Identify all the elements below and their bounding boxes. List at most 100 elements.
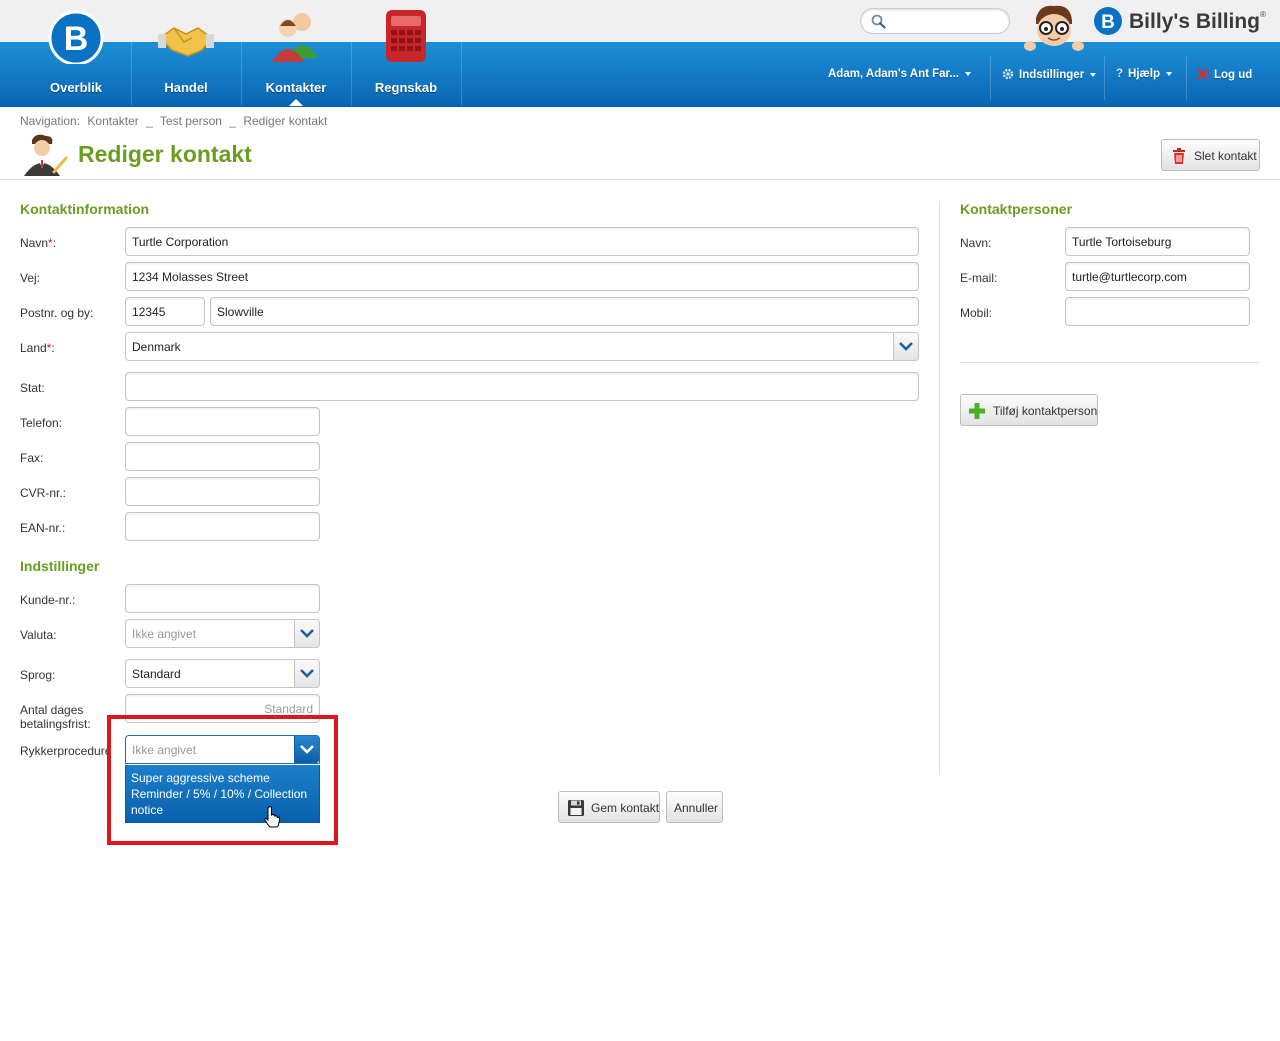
cvr-input[interactable] bbox=[125, 477, 320, 506]
overview-b-icon: B bbox=[48, 10, 104, 64]
trash-icon bbox=[1173, 148, 1185, 164]
payment-days-label: Antal dages betalingsfrist: bbox=[20, 703, 91, 731]
chevron-down-icon bbox=[300, 629, 314, 638]
nav-tab-label: Regnskab bbox=[374, 80, 438, 95]
search-box[interactable] bbox=[860, 8, 1010, 34]
nav-divider bbox=[461, 42, 462, 106]
person-name-label: Navn: bbox=[960, 236, 992, 250]
language-select[interactable]: Standard bbox=[125, 659, 320, 688]
chevron-down-icon bbox=[899, 342, 913, 351]
cancel-label: Annuller bbox=[674, 801, 719, 815]
save-contact-button[interactable]: Gem kontakt bbox=[558, 791, 660, 823]
select-arrow-button[interactable] bbox=[294, 620, 319, 647]
street-input[interactable] bbox=[125, 262, 919, 291]
fax-label: Fax: bbox=[20, 451, 44, 465]
calculator-icon bbox=[386, 10, 426, 62]
brand-registered-mark: ® bbox=[1260, 10, 1266, 19]
chevron-down-icon bbox=[300, 669, 314, 678]
nav-tab-overblik[interactable]: B Overblik bbox=[21, 0, 131, 106]
nav-tab-kontakter[interactable]: Kontakter bbox=[241, 0, 351, 106]
breadcrumb-separator: _ bbox=[146, 114, 153, 128]
svg-text:B: B bbox=[64, 20, 89, 58]
help-menu[interactable]: ? Hjælp bbox=[1116, 68, 1172, 84]
cancel-button[interactable]: Annuller bbox=[666, 791, 723, 823]
column-divider bbox=[939, 201, 940, 775]
customer-no-input[interactable] bbox=[125, 584, 320, 613]
customer-no-label: Kunde-nr.: bbox=[20, 593, 76, 607]
nav-tab-regnskab[interactable]: Regnskab bbox=[351, 0, 461, 106]
page-title: Rediger kontakt bbox=[78, 141, 252, 167]
contact-persons-divider bbox=[960, 362, 1260, 363]
required-mark: * bbox=[46, 341, 52, 355]
handshake-icon bbox=[158, 27, 214, 57]
select-arrow-button[interactable] bbox=[294, 660, 319, 687]
country-label: Land*: bbox=[20, 341, 55, 355]
language-label: Sprog: bbox=[20, 668, 56, 682]
select-arrow-button[interactable] bbox=[893, 333, 918, 360]
gear-icon bbox=[1002, 68, 1014, 80]
language-select-value: Standard bbox=[132, 667, 181, 681]
add-contact-person-button[interactable]: Tilføj kontaktperson bbox=[960, 394, 1098, 426]
ean-input[interactable] bbox=[125, 512, 320, 541]
currency-label: Valuta: bbox=[20, 628, 57, 642]
breadcrumb-item-current: Rediger kontakt bbox=[243, 114, 328, 128]
phone-label: Telefon: bbox=[20, 416, 63, 430]
settings-menu-label: Indstillinger bbox=[1019, 69, 1085, 81]
person-name-input[interactable] bbox=[1065, 227, 1250, 256]
cvr-label: CVR-nr.: bbox=[20, 486, 67, 500]
city-input[interactable] bbox=[210, 297, 919, 326]
breadcrumb-prefix: Navigation: bbox=[20, 114, 81, 128]
brand-name: Billy's Billing bbox=[1129, 10, 1261, 33]
breadcrumb-separator: _ bbox=[229, 114, 236, 128]
person-mobile-label: Mobil: bbox=[960, 306, 993, 320]
section-title-contact-info: Kontaktinformation bbox=[20, 201, 150, 217]
chevron-down-icon bbox=[1165, 71, 1172, 76]
search-icon bbox=[871, 14, 886, 29]
search-input[interactable] bbox=[889, 12, 1003, 30]
person-email-input[interactable] bbox=[1065, 262, 1250, 291]
currency-select-value: Ikke angivet bbox=[132, 627, 197, 641]
contacts-people-icon bbox=[272, 13, 318, 62]
edit-contact-icon bbox=[24, 134, 68, 176]
nav-tab-handel[interactable]: Handel bbox=[131, 0, 241, 106]
person-mobile-input[interactable] bbox=[1065, 297, 1250, 326]
settings-menu[interactable]: Indstillinger bbox=[1002, 68, 1097, 84]
name-label: Navn*: bbox=[20, 236, 57, 250]
logout-label: Log ud bbox=[1214, 69, 1253, 81]
logout-x-icon bbox=[1197, 68, 1209, 80]
phone-input[interactable] bbox=[125, 407, 320, 436]
delete-contact-label: Slet kontakt bbox=[1194, 149, 1257, 163]
person-email-label: E-mail: bbox=[960, 271, 998, 285]
name-input[interactable] bbox=[125, 227, 919, 256]
save-contact-label: Gem kontakt bbox=[591, 801, 660, 815]
menu-divider bbox=[1186, 56, 1187, 100]
required-mark: * bbox=[48, 236, 53, 250]
mascot-icon bbox=[1024, 5, 1084, 51]
help-icon: ? bbox=[1116, 68, 1124, 80]
user-menu[interactable]: Adam, Adam's Ant Far... bbox=[828, 68, 971, 84]
brand-logo-icon: B bbox=[1094, 7, 1122, 35]
breadcrumb-item-kontakter[interactable]: Kontakter bbox=[87, 114, 138, 128]
svg-text:B: B bbox=[1101, 12, 1115, 33]
currency-select[interactable]: Ikke angivet bbox=[125, 619, 320, 648]
nav-tab-label: Handel bbox=[164, 80, 208, 95]
country-select[interactable]: Denmark bbox=[125, 332, 919, 361]
delete-contact-button[interactable]: Slet kontakt bbox=[1161, 139, 1260, 171]
fax-input[interactable] bbox=[125, 442, 320, 471]
chevron-down-icon bbox=[964, 71, 971, 76]
breadcrumb-item-test-person[interactable]: Test person bbox=[160, 114, 222, 128]
ean-label: EAN-nr.: bbox=[20, 521, 66, 535]
menu-divider bbox=[990, 56, 991, 100]
add-contact-person-label: Tilføj kontaktperson bbox=[993, 404, 1098, 418]
title-divider bbox=[0, 179, 1280, 180]
breadcrumb: Navigation: Kontakter _ Test person _ Re… bbox=[20, 114, 331, 128]
highlight-annotation-box bbox=[107, 715, 338, 845]
floppy-disk-icon bbox=[568, 800, 584, 816]
country-select-value: Denmark bbox=[132, 340, 181, 354]
menu-divider bbox=[1104, 56, 1105, 100]
logout-link[interactable]: Log ud bbox=[1197, 68, 1252, 84]
zip-input[interactable] bbox=[125, 297, 205, 326]
state-input[interactable] bbox=[125, 372, 919, 401]
chevron-down-icon bbox=[1090, 72, 1097, 77]
hand-cursor-icon bbox=[264, 806, 280, 828]
